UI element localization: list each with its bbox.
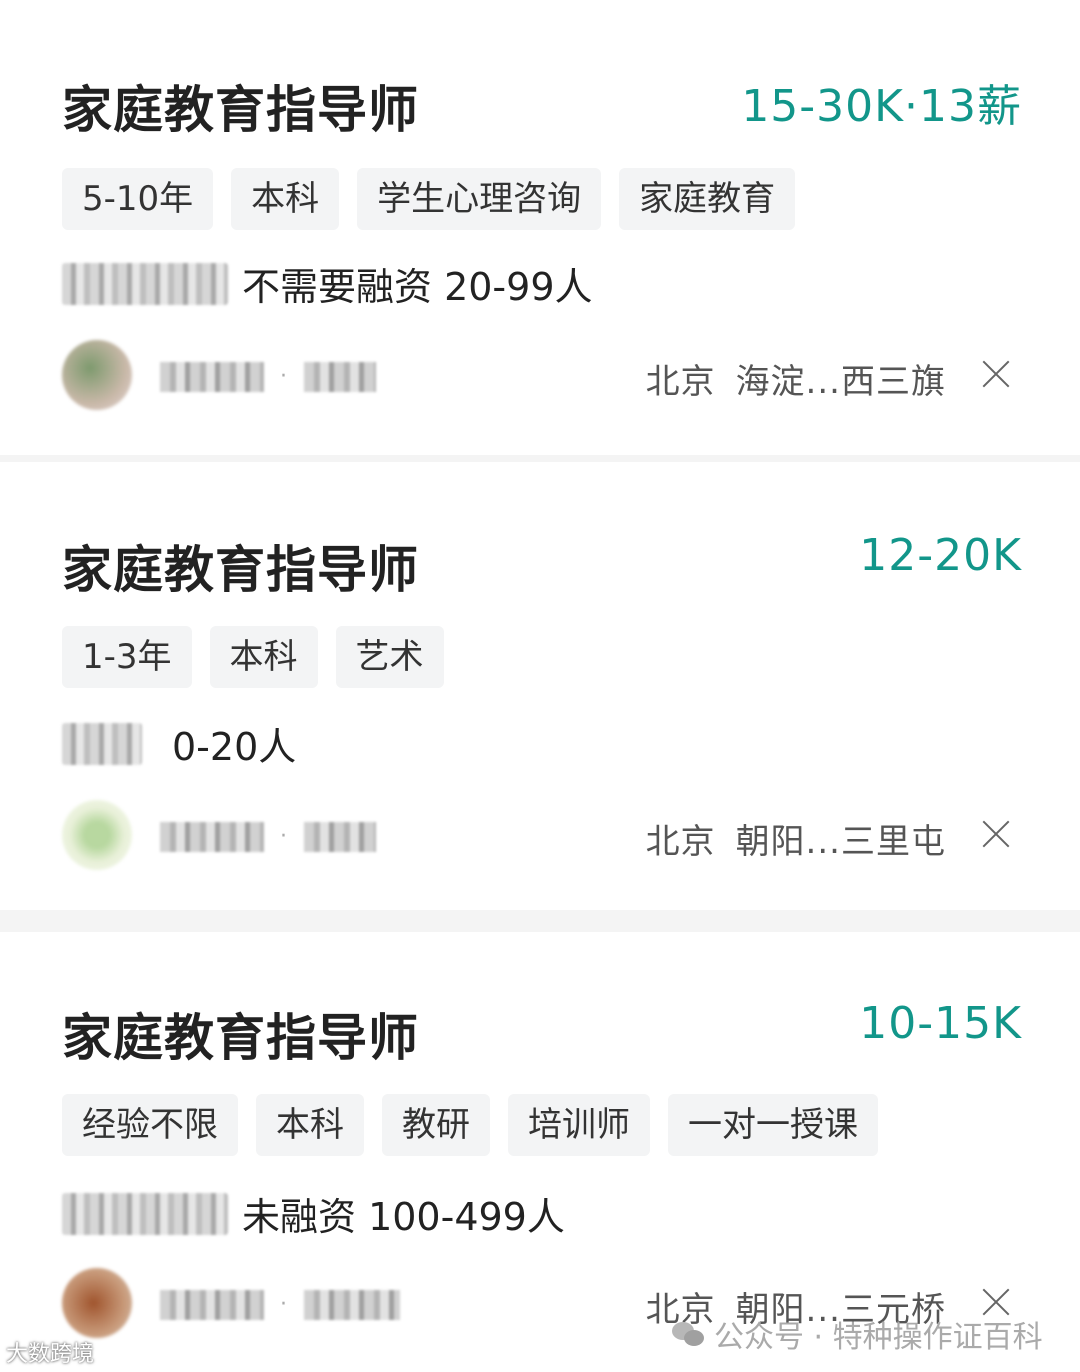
salary: 12-20K	[859, 530, 1022, 581]
company-name-blurred	[62, 262, 228, 305]
avatar	[62, 800, 132, 870]
separator-dot: ·	[280, 364, 287, 389]
avatar	[62, 340, 132, 410]
separator-dot: ·	[280, 824, 287, 849]
avatar	[62, 1268, 132, 1338]
job-card[interactable]: 家庭教育指导师 12-20K 1-3年 本科 艺术 0-20人 · 北京 朝阳..…	[0, 462, 1080, 910]
recruiter-title-blurred	[304, 822, 376, 852]
company-info: 未融资 100-499人	[242, 1195, 565, 1239]
location-city: 北京	[645, 362, 716, 402]
recruiter-row: · 北京 海淀...西三旗	[62, 340, 1022, 414]
tag: 5-10年	[62, 168, 214, 230]
company-row: 不需要融资 20-99人	[62, 256, 593, 311]
tag-list: 1-3年 本科 艺术	[62, 626, 444, 688]
job-title: 家庭教育指导师	[62, 1009, 419, 1067]
salary: 15-30K·13薪	[741, 81, 1022, 132]
tag: 培训师	[508, 1094, 650, 1156]
company-row: 未融资 100-499人	[62, 1186, 565, 1241]
tag: 经验不限	[62, 1094, 238, 1156]
tag: 本科	[256, 1094, 364, 1156]
recruiter-title-blurred	[304, 1290, 400, 1320]
tag-list: 经验不限 本科 教研 培训师 一对一授课	[62, 1094, 878, 1156]
recruiter-name-blurred	[160, 822, 264, 852]
tag: 本科	[209, 626, 318, 688]
recruiter-title-blurred	[304, 362, 376, 392]
job-card[interactable]: 家庭教育指导师 10-15K 经验不限 本科 教研 培训师 一对一授课 未融资 …	[0, 932, 1080, 1372]
job-title: 家庭教育指导师	[62, 541, 419, 599]
location-district: 海淀...西三旗	[735, 362, 946, 402]
salary: 10-15K	[859, 998, 1022, 1049]
company-name-blurred	[62, 722, 142, 765]
company-info: 0-20人	[172, 725, 297, 769]
job-title: 家庭教育指导师	[62, 81, 419, 139]
location-city: 北京	[645, 822, 716, 862]
recruiter-row: · 北京 朝阳...三里屯	[62, 800, 1022, 874]
location: 北京 海淀...西三旗	[646, 354, 946, 403]
tag: 学生心理咨询	[357, 168, 602, 230]
separator-dot: ·	[280, 1292, 287, 1317]
tag: 1-3年	[62, 626, 192, 688]
location-district: 朝阳...三里屯	[735, 822, 946, 862]
tag: 本科	[231, 168, 340, 230]
tag: 艺术	[335, 626, 444, 688]
company-info: 不需要融资 20-99人	[242, 265, 593, 309]
company-name-blurred	[62, 1192, 228, 1235]
watermark-right: 公众号 · 特种操作证百科	[672, 1312, 1043, 1356]
wechat-icon	[672, 1320, 706, 1348]
recruiter-name-blurred	[160, 362, 264, 392]
tag-list: 5-10年 本科 学生心理咨询 家庭教育	[62, 168, 796, 230]
close-icon[interactable]	[976, 354, 1016, 394]
recruiter-name-blurred	[160, 1290, 264, 1320]
watermark-left: 大数跨境	[6, 1342, 95, 1367]
close-icon[interactable]	[976, 814, 1016, 854]
tag: 家庭教育	[619, 168, 796, 230]
company-row: 0-20人	[62, 716, 296, 771]
job-card[interactable]: 家庭教育指导师 15-30K·13薪 5-10年 本科 学生心理咨询 家庭教育 …	[0, 0, 1080, 455]
tag: 教研	[382, 1094, 490, 1156]
tag: 一对一授课	[668, 1094, 878, 1156]
watermark-right-text: 公众号 · 特种操作证百科	[714, 1320, 1043, 1355]
location: 北京 朝阳...三里屯	[646, 814, 946, 863]
